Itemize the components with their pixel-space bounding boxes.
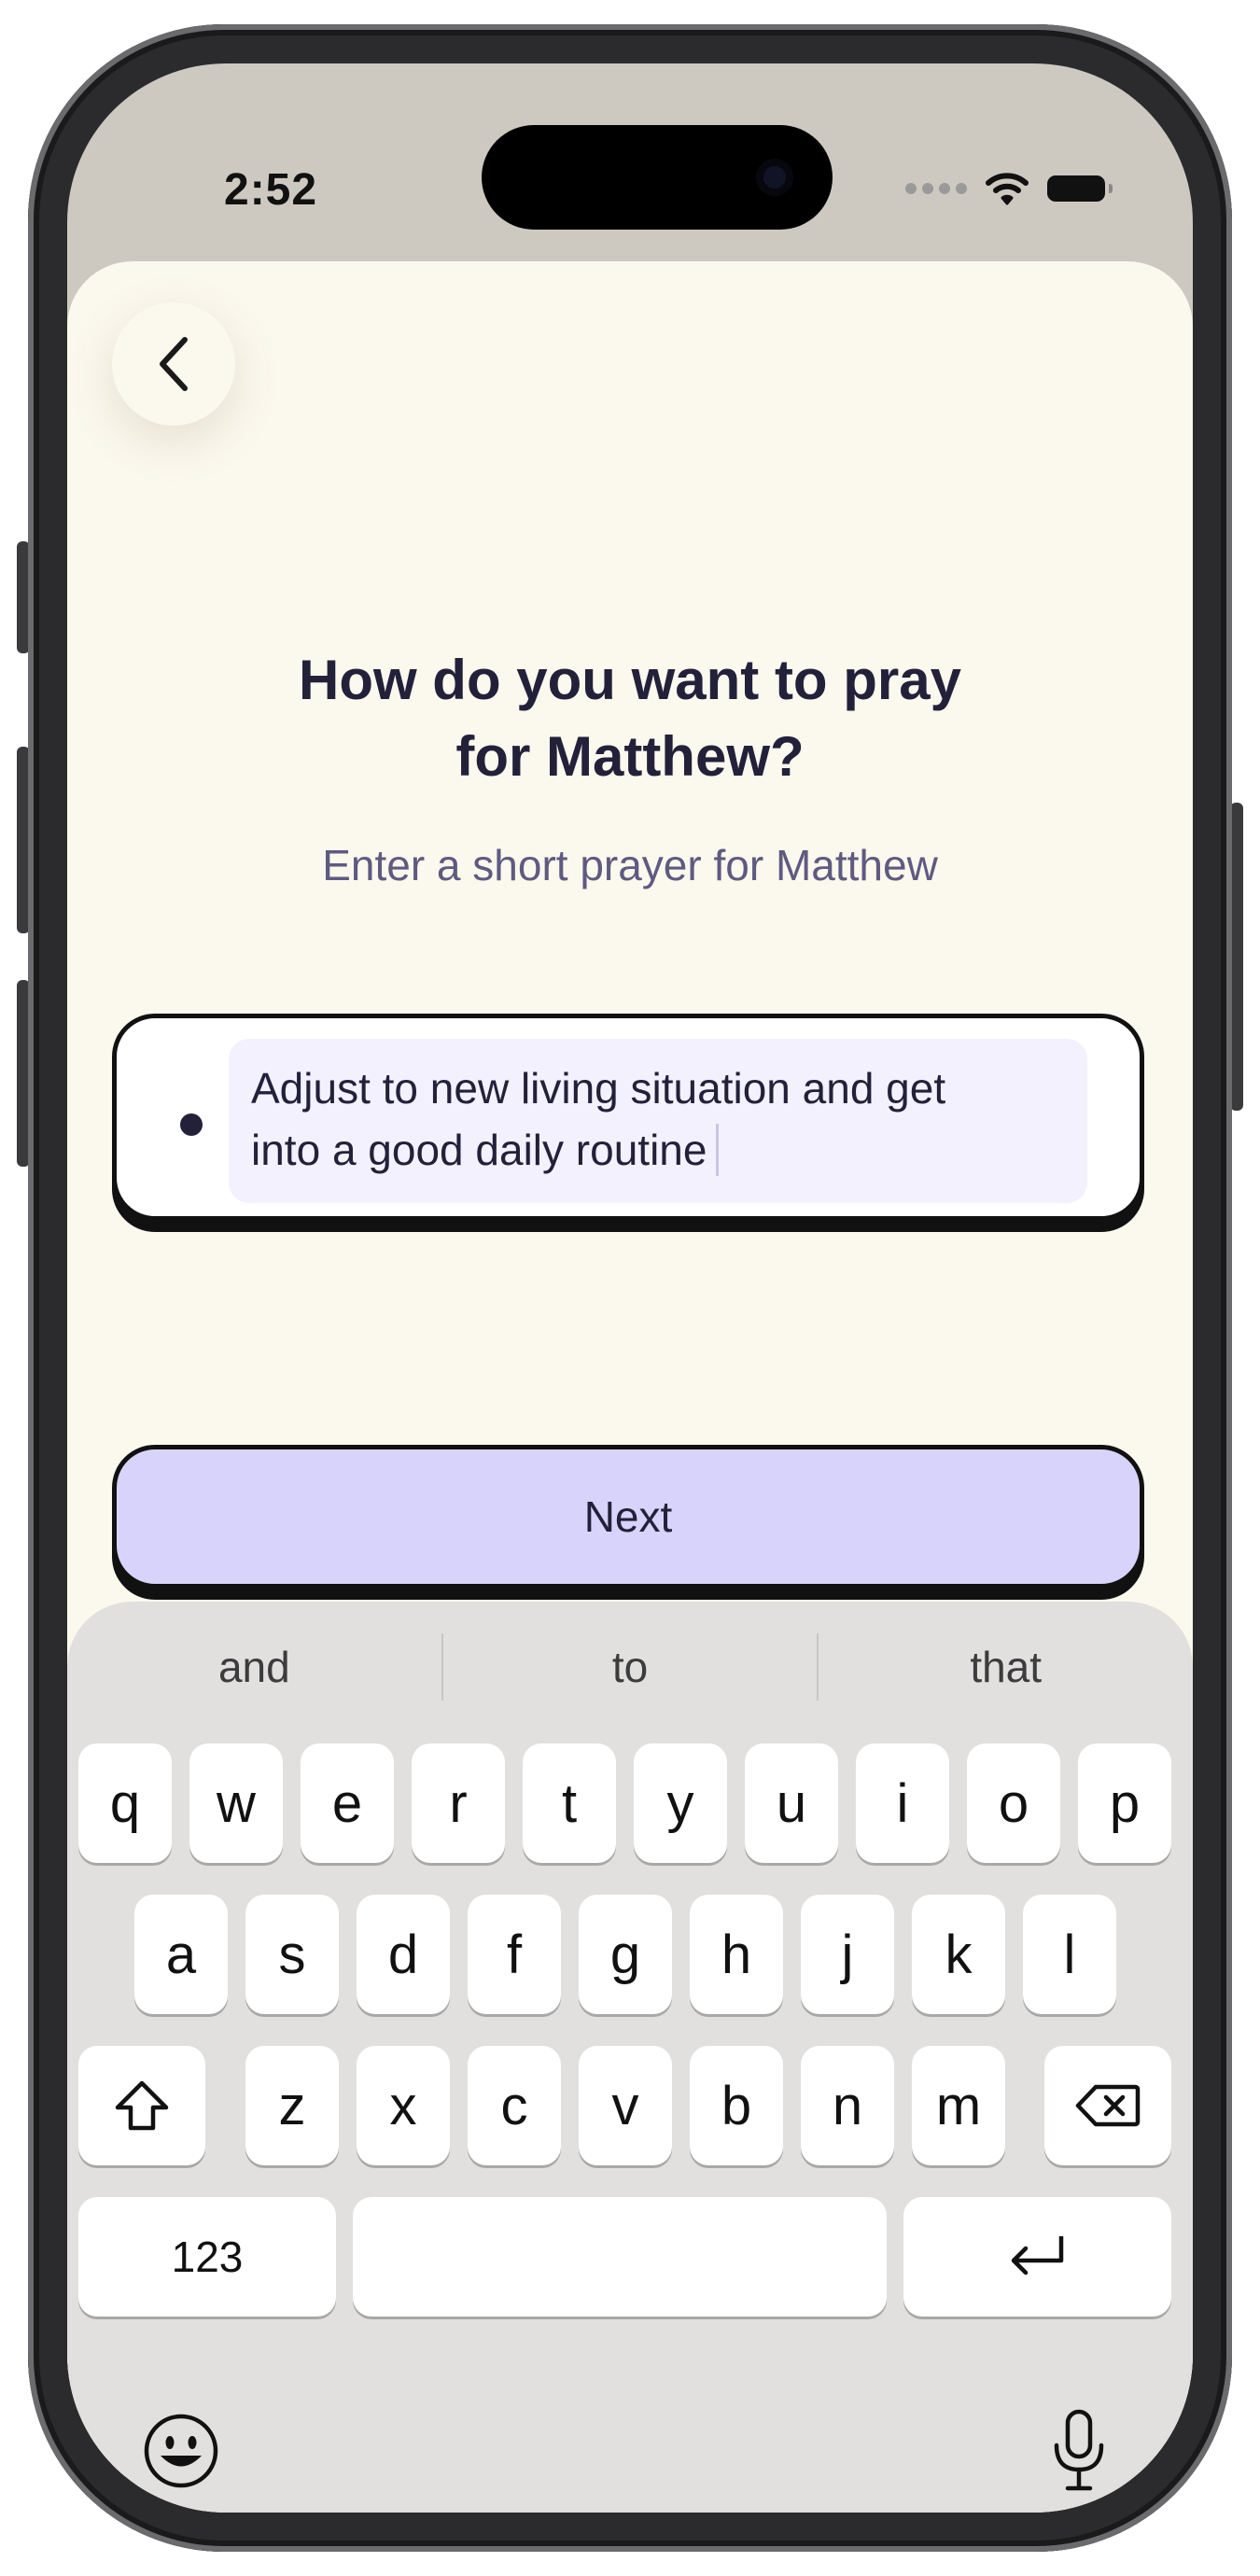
- page-title: How do you want to pray for Matthew?: [67, 642, 1193, 795]
- dynamic-island: [482, 125, 833, 230]
- keyboard: and to that q w e r t y u i o p a s d f …: [67, 1602, 1193, 2513]
- key-letter[interactable]: a: [134, 1895, 228, 2014]
- page-title-line1: How do you want to pray: [298, 649, 961, 711]
- status-time: 2:52: [224, 165, 318, 215]
- back-button[interactable]: [112, 302, 235, 426]
- numbers-key[interactable]: 123: [78, 2197, 336, 2317]
- page-title-line2: for Matthew?: [455, 725, 805, 788]
- battery-icon: [1047, 175, 1113, 202]
- key-letter[interactable]: k: [912, 1895, 1005, 2014]
- key-letter[interactable]: l: [1023, 1895, 1116, 2014]
- key-letter[interactable]: c: [468, 2046, 561, 2165]
- phone-screen: 2:52 How do you want to pray for Matthew…: [67, 63, 1193, 2513]
- key-letter[interactable]: e: [301, 1743, 394, 1863]
- bullet-icon: [180, 1113, 203, 1136]
- prayer-input-line2-text: into a good daily routine: [251, 1126, 707, 1174]
- chevron-left-icon: [160, 337, 188, 391]
- key-letter[interactable]: b: [690, 2046, 783, 2165]
- prayer-input-line2: into a good daily routine: [251, 1119, 1065, 1181]
- space-key[interactable]: [353, 2197, 887, 2317]
- key-letter[interactable]: o: [967, 1743, 1060, 1863]
- page-subtitle: Enter a short prayer for Matthew: [322, 841, 938, 889]
- key-letter[interactable]: w: [189, 1743, 283, 1863]
- key-letter[interactable]: m: [912, 2046, 1005, 2165]
- key-letter[interactable]: p: [1078, 1743, 1171, 1863]
- shift-key[interactable]: [78, 2046, 205, 2165]
- key-letter[interactable]: y: [634, 1743, 727, 1863]
- prayer-input-line1: Adjust to new living situation and get: [251, 1064, 946, 1113]
- key-letter[interactable]: f: [468, 1895, 561, 2014]
- suggestion-bar: and to that: [67, 1602, 1193, 1732]
- return-icon: [1011, 2236, 1063, 2275]
- key-letter[interactable]: t: [523, 1743, 616, 1863]
- return-key[interactable]: [903, 2197, 1171, 2317]
- wifi-icon: [986, 173, 1029, 205]
- key-letter[interactable]: j: [801, 1895, 894, 2014]
- shift-icon: [115, 2080, 169, 2131]
- key-letter[interactable]: x: [357, 2046, 450, 2165]
- emoji-button[interactable]: [140, 2410, 222, 2492]
- prayer-input-card: Adjust to new living situation and get i…: [112, 1014, 1144, 1221]
- microphone-icon: [1054, 2409, 1104, 2491]
- key-letter[interactable]: s: [245, 1895, 339, 2014]
- key-letter[interactable]: g: [579, 1895, 672, 2014]
- cellular-icon: [905, 183, 967, 194]
- power-button: [1230, 803, 1243, 1111]
- key-letter[interactable]: i: [856, 1743, 949, 1863]
- backspace-icon: [1075, 2084, 1141, 2127]
- key-letter[interactable]: r: [412, 1743, 505, 1863]
- phone-frame: 2:52 How do you want to pray for Matthew…: [28, 24, 1232, 2552]
- key-letter[interactable]: h: [690, 1895, 783, 2014]
- suggestion-item[interactable]: that: [819, 1642, 1193, 1692]
- key-letter[interactable]: z: [245, 2046, 339, 2165]
- suggestion-item[interactable]: and: [67, 1642, 441, 1692]
- suggestion-item[interactable]: to: [443, 1642, 818, 1692]
- camera-icon: [756, 159, 793, 196]
- text-cursor: [716, 1124, 720, 1176]
- key-letter[interactable]: q: [78, 1743, 172, 1863]
- prayer-input[interactable]: Adjust to new living situation and get i…: [229, 1039, 1087, 1203]
- microphone-button[interactable]: [1038, 2409, 1120, 2492]
- emoji-icon: [144, 2414, 218, 2488]
- backspace-key[interactable]: [1044, 2046, 1171, 2165]
- next-button[interactable]: Next: [112, 1445, 1144, 1589]
- key-letter[interactable]: d: [357, 1895, 450, 2014]
- key-letter[interactable]: v: [579, 2046, 672, 2165]
- key-letter[interactable]: n: [801, 2046, 894, 2165]
- status-icons: [905, 172, 1113, 205]
- key-letter[interactable]: u: [745, 1743, 838, 1863]
